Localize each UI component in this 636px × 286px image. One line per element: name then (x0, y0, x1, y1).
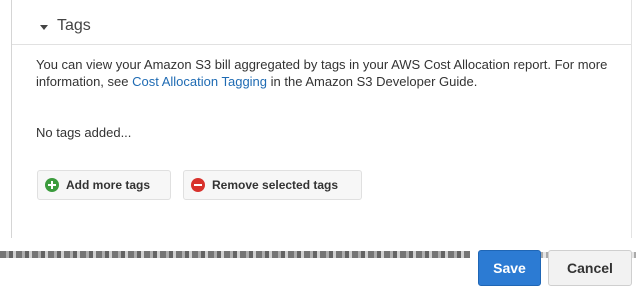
add-more-tags-label: Add more tags (66, 178, 151, 192)
panel-right-border (631, 0, 632, 238)
cancel-button[interactable]: Cancel (548, 250, 632, 286)
remove-circle-icon (191, 178, 205, 192)
caret-down-icon (40, 24, 48, 30)
description-text-after: in the Amazon S3 Developer Guide. (267, 74, 478, 89)
tags-panel: Tags You can view your Amazon S3 bill ag… (0, 0, 636, 286)
add-circle-icon (45, 178, 59, 192)
save-button[interactable]: Save (478, 250, 541, 286)
cost-allocation-tagging-link[interactable]: Cost Allocation Tagging (132, 74, 267, 89)
tags-section-toggle[interactable]: Tags (12, 8, 631, 45)
section-title: Tags (57, 17, 91, 34)
remove-selected-tags-button[interactable]: Remove selected tags (183, 170, 362, 200)
remove-selected-tags-label: Remove selected tags (212, 178, 339, 192)
no-tags-message: No tags added... (36, 125, 132, 140)
add-more-tags-button[interactable]: Add more tags (37, 170, 171, 200)
tags-description: You can view your Amazon S3 bill aggrega… (36, 56, 628, 90)
